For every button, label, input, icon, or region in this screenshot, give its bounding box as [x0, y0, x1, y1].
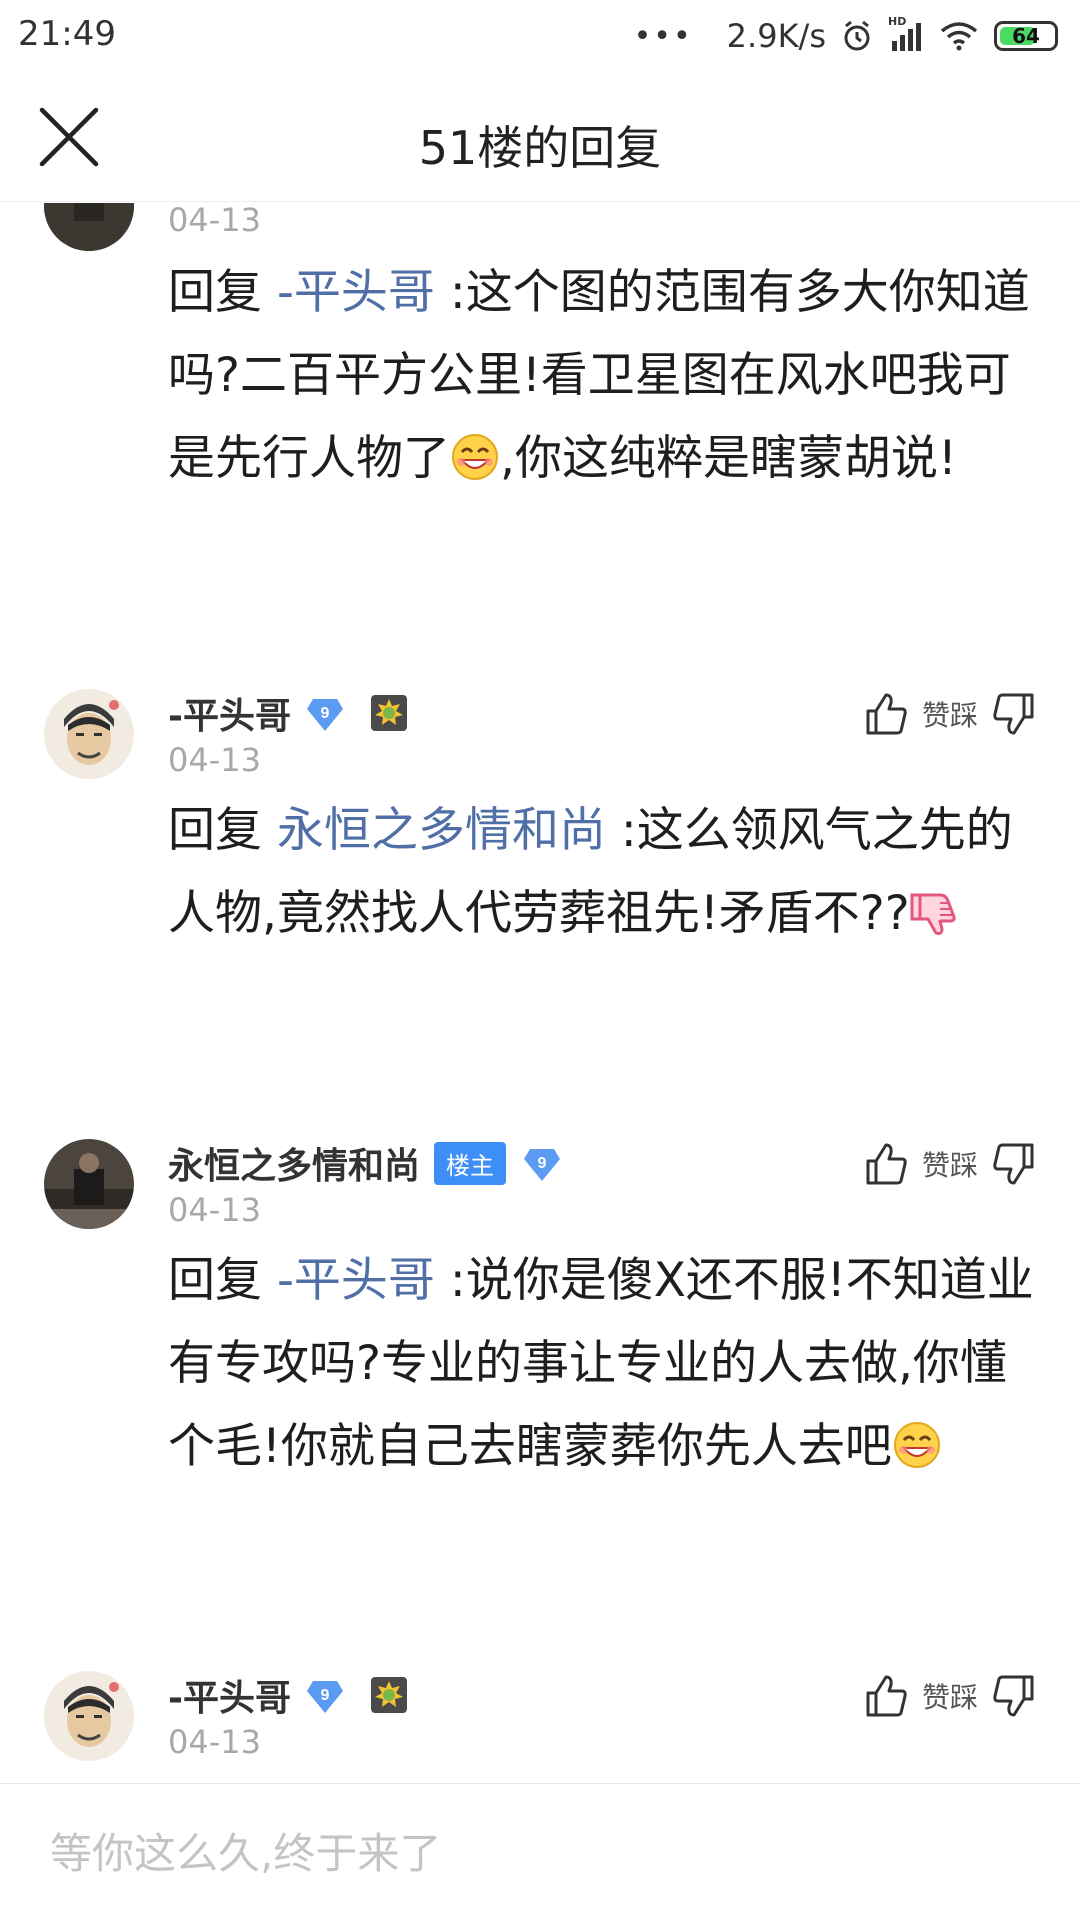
more-dots-icon: •••	[633, 18, 693, 54]
reply-prefix: 回复	[168, 803, 262, 858]
reply-date: 04-13	[168, 741, 261, 779]
header: 51楼的回复	[0, 72, 1080, 202]
reply-input[interactable]	[50, 1818, 1030, 1888]
reply-content: 回复 -平头哥 :这个图的范围有多大你知道吗?二百平方公里!看卫星图在风水吧我可…	[168, 251, 1038, 500]
reply-list: 04-13 回复 -平头哥 :这个图的范围有多大你知道吗?二百平方公里!看卫星图…	[0, 203, 1080, 1783]
thumbs-down-emoji	[910, 893, 956, 935]
battery-level: 64	[1012, 24, 1040, 48]
grin-emoji	[452, 434, 498, 480]
user-row: -平头哥 9	[168, 1671, 409, 1719]
vote-group: 赞踩	[864, 1139, 1036, 1189]
mention-link[interactable]: 永恒之多情和尚	[277, 803, 606, 858]
username[interactable]: -平头哥	[168, 1669, 291, 1721]
level-number: 9	[321, 1687, 330, 1704]
vote-group: 赞踩	[864, 1671, 1036, 1721]
owner-badge: 楼主	[434, 1141, 507, 1185]
username[interactable]: 永恒之多情和尚	[168, 1137, 420, 1189]
signal-icon: HD	[888, 15, 924, 53]
vote-group: 赞踩	[864, 689, 1036, 739]
user-row: 永恒之多情和尚 楼主 9	[168, 1139, 586, 1187]
reply-content: 回复 -平头哥 :说你是傻X还不服!不知道业有专攻吗?专业的事让专业的人去做,你…	[168, 1239, 1038, 1488]
thumbs-up-icon[interactable]	[864, 691, 908, 737]
wifi-icon	[940, 22, 978, 51]
vote-label: 赞踩	[921, 699, 978, 732]
reply-date: 04-13	[168, 1723, 261, 1761]
username[interactable]: -平头哥	[168, 687, 291, 739]
thumbs-up-icon[interactable]	[864, 1673, 908, 1719]
level-number: 9	[321, 705, 330, 722]
vote-label: 赞踩	[921, 1681, 978, 1714]
level-badge-icon: 9	[524, 1149, 561, 1181]
reply-date: 04-13	[168, 1191, 261, 1229]
reply-item: -平头哥 9 赞踩 04-13 回复 永恒之多情和尚 :这么领风气之先的人物,竟…	[0, 689, 1080, 1129]
grin-emoji	[893, 1422, 940, 1468]
level-badge-icon: 9	[306, 699, 343, 731]
mention-link[interactable]: -平头哥	[277, 1253, 435, 1308]
avatar[interactable]	[44, 1139, 134, 1229]
alarm-icon	[844, 20, 870, 51]
thumbs-down-icon[interactable]	[992, 1141, 1036, 1187]
reply-content: 回复 永恒之多情和尚 :这么领风气之先的人物,竟然找人代劳葬祖先!矛盾不??	[168, 789, 1038, 955]
reply-input-bar	[0, 1783, 1080, 1920]
avatar[interactable]	[44, 203, 134, 251]
reply-prefix: 回复	[168, 1253, 262, 1308]
network-speed: 2.9K/s	[726, 17, 826, 55]
reply-date: 04-13	[168, 203, 261, 239]
status-bar: 21:49 ••• 2.9K/s HD 64	[0, 0, 1080, 72]
medal-badge-icon	[370, 1677, 407, 1713]
thumbs-up-icon[interactable]	[864, 1141, 908, 1187]
battery-icon: 64	[994, 21, 1058, 51]
status-icons: ••• 2.9K/s HD 64	[634, 14, 1058, 58]
reply-text-after: ,你这纯粹是瞎蒙胡说!	[500, 431, 957, 486]
level-number: 9	[538, 1155, 547, 1172]
medal-badge-icon	[370, 695, 407, 731]
user-row: -平头哥 9	[168, 689, 409, 737]
page-title: 51楼的回复	[418, 121, 662, 175]
level-badge-icon: 9	[306, 1681, 343, 1713]
vote-label: 赞踩	[921, 1149, 978, 1182]
reply-item: 永恒之多情和尚 楼主 9 赞踩 04-13 回复 -平头哥 :说你是傻X还不服!…	[0, 1139, 1080, 1579]
thumbs-down-icon[interactable]	[992, 1673, 1036, 1719]
mention-link[interactable]: -平头哥	[277, 265, 435, 320]
avatar[interactable]	[44, 689, 134, 779]
reply-item: -平头哥 9 赞踩 04-13	[0, 1671, 1080, 1783]
thumbs-down-icon[interactable]	[992, 691, 1036, 737]
reply-prefix: 回复	[168, 265, 262, 320]
status-time: 21:49	[18, 14, 116, 54]
avatar[interactable]	[44, 1671, 134, 1761]
